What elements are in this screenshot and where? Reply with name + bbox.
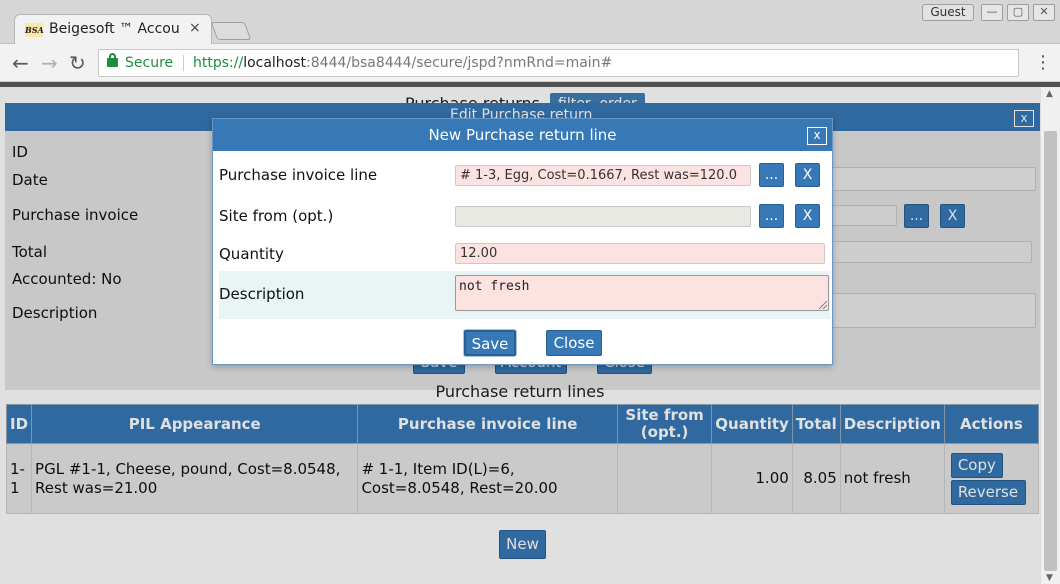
modal-description-label: Description	[219, 285, 305, 303]
modal-header: New Purchase return line x	[213, 119, 832, 151]
site-from-row: Site from (opt.) ... X	[219, 202, 830, 232]
beigesoft-favicon-icon: BSA	[25, 23, 44, 37]
window-close-icon[interactable]: ✕	[1033, 4, 1055, 21]
tab-close-icon[interactable]: ×	[189, 20, 201, 36]
quantity-field[interactable]: 12.00	[455, 243, 825, 264]
secure-label: Secure	[125, 55, 174, 71]
purchase-invoice-line-pick-button[interactable]: ...	[759, 163, 784, 187]
site-from-field[interactable]	[455, 206, 751, 227]
quantity-label: Quantity	[219, 245, 284, 263]
scroll-down-arrow-icon[interactable]: ▼	[1046, 573, 1053, 583]
url-text[interactable]: https://localhost:8444/bsa8444/secure/js…	[193, 55, 612, 71]
modal-description-field[interactable]: not fresh	[455, 275, 829, 311]
modal-save-button[interactable]: Save	[464, 330, 516, 356]
browser-toolbar: ← → ↻ Secure https://localhost:8444/bsa8…	[0, 44, 1060, 82]
purchase-invoice-line-row: Purchase invoice line # 1-3, Egg, Cost=0…	[219, 161, 830, 191]
profile-button[interactable]: Guest	[922, 4, 974, 21]
scroll-thumb[interactable]	[1044, 131, 1057, 571]
site-from-label: Site from (opt.)	[219, 207, 334, 225]
purchase-invoice-line-label: Purchase invoice line	[219, 166, 378, 184]
quantity-row: Quantity 12.00	[219, 239, 830, 269]
modal-title: New Purchase return line	[428, 126, 617, 144]
address-bar[interactable]: Secure https://localhost:8444/bsa8444/se…	[98, 49, 1019, 77]
browser-tab[interactable]: BSA Beigesoft ™ Accounting ×	[14, 14, 212, 44]
lock-icon	[107, 53, 118, 67]
new-purchase-return-line-dialog: New Purchase return line x Purchase invo…	[212, 118, 833, 365]
scroll-up-arrow-icon[interactable]: ▲	[1046, 89, 1053, 99]
reload-icon[interactable]: ↻	[69, 51, 86, 75]
maximize-icon[interactable]: ▢	[1007, 4, 1029, 21]
url-divider	[183, 55, 184, 71]
tab-title: Beigesoft ™ Accounting	[49, 21, 181, 37]
modal-close-icon[interactable]: x	[807, 127, 827, 145]
description-row: Description not fresh	[219, 271, 830, 319]
modal-description-value: not fresh	[459, 279, 530, 294]
forward-arrow-icon[interactable]: →	[41, 51, 58, 75]
browser-titlebar: BSA Beigesoft ™ Accounting × Guest — ▢ ✕	[0, 0, 1060, 44]
purchase-invoice-line-field[interactable]: # 1-3, Egg, Cost=0.1667, Rest was=120.0	[455, 165, 751, 186]
site-from-clear-button[interactable]: X	[795, 204, 820, 228]
page-scrollbar[interactable]: ▲ ▼	[1040, 87, 1060, 584]
minimize-icon[interactable]: —	[981, 4, 1003, 21]
site-from-pick-button[interactable]: ...	[759, 204, 784, 228]
new-tab-button[interactable]	[210, 22, 252, 40]
browser-menu-icon[interactable]: ⋮	[1034, 52, 1052, 73]
resize-handle-icon[interactable]	[819, 301, 827, 309]
modal-close-button[interactable]: Close	[546, 330, 602, 356]
purchase-invoice-line-clear-button[interactable]: X	[795, 163, 820, 187]
back-arrow-icon[interactable]: ←	[12, 51, 29, 75]
